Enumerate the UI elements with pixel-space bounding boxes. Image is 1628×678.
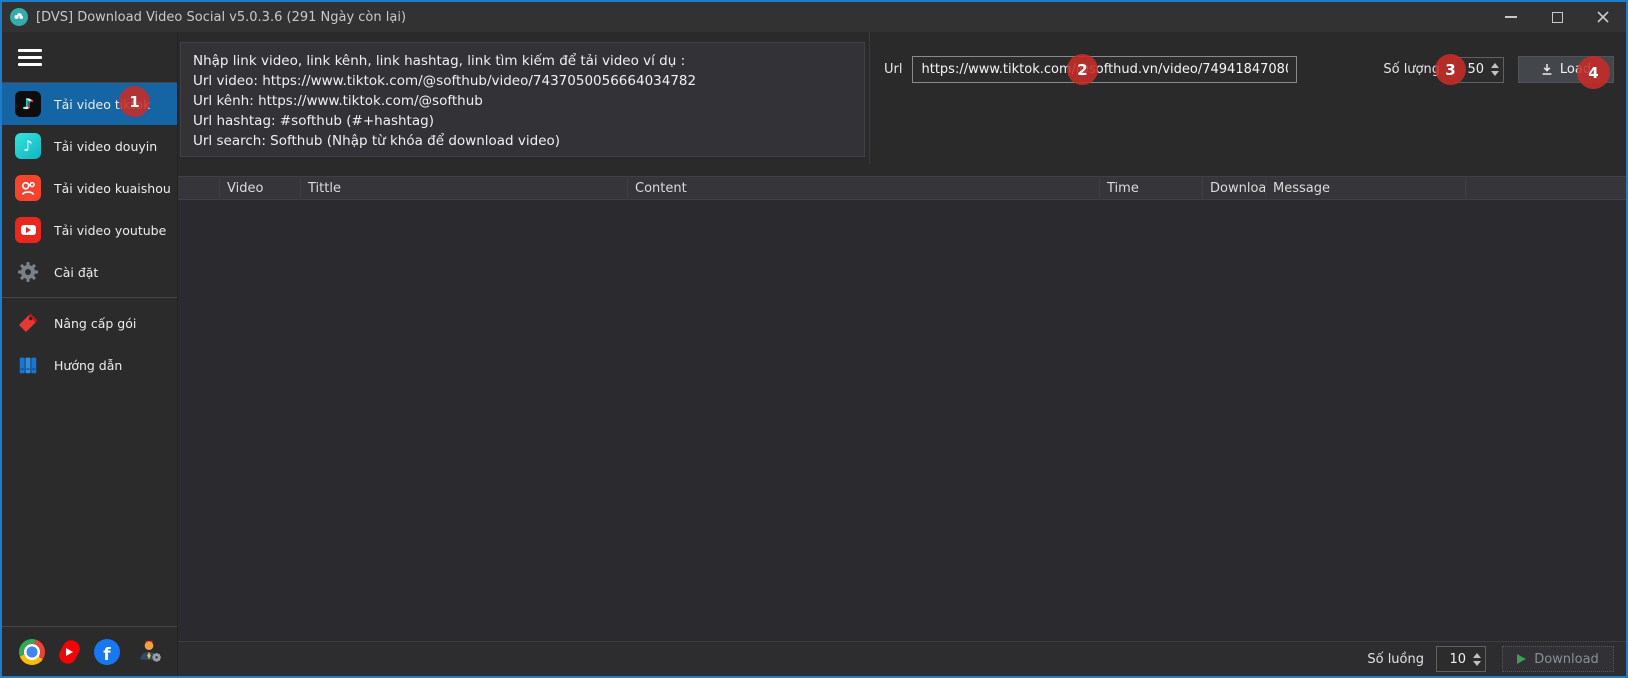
sidebar-item-label: Cài đặt [54,265,98,280]
instructions-box: Nhập link video, link kênh, link hashtag… [180,42,865,157]
instruction-line: Nhập link video, link kênh, link hashtag… [193,51,852,71]
sidebar-item-kuaishou[interactable]: Tải video kuaishou [2,167,177,209]
play-icon [1517,654,1526,664]
sidebar-item-label: Tải video kuaishou [54,181,171,196]
guide-books-icon [15,352,41,378]
sidebar: ♪ Tải video tiktok ♪ Tải video douyin [2,32,178,676]
chevron-up-icon[interactable] [1473,653,1481,658]
instruction-line: Url video: https://www.tiktok.com/@softh… [193,71,852,91]
chrome-icon[interactable] [19,639,45,665]
tutorial-badge-4: 4 [1577,56,1610,89]
youtube-shorts-icon[interactable] [56,637,82,666]
column-header-tittle: Tittle [301,177,628,199]
youtube-icon [15,217,41,243]
url-label: Url [884,62,902,77]
results-table-header: Video Tittle Content Time Download Messa… [178,176,1626,200]
chevron-down-icon[interactable] [1473,661,1481,666]
url-input[interactable] [912,56,1297,83]
stepper-arrows[interactable] [1487,58,1503,82]
url-panel: Url Số lượng [870,32,1626,164]
instructions-panel: Nhập link video, link kênh, link hashtag… [178,32,870,164]
stepper-arrows[interactable] [1469,647,1485,671]
chevron-up-icon[interactable] [1491,63,1499,68]
settings-gear-icon [15,259,41,285]
sidebar-item-label: Hướng dẫn [54,358,122,373]
column-header-download: Download [1203,177,1266,199]
tutorial-badge-2: 2 [1067,54,1098,85]
results-table-body [178,200,1626,641]
titlebar: [DVS] Download Video Social v5.0.3.6 (29… [2,2,1626,32]
threads-stepper [1436,646,1486,672]
window-title: [DVS] Download Video Social v5.0.3.6 (29… [36,10,406,25]
instruction-line: Url hashtag: #softhub (#+hashtag) [193,111,852,131]
column-header-content: Content [628,177,1100,199]
sidebar-footer: f [2,626,177,676]
tutorial-badge-3: 3 [1435,54,1466,85]
kuaishou-icon [15,175,41,201]
instruction-line: Url kênh: https://www.tiktok.com/@softhu… [193,91,852,111]
column-header-message: Message [1266,177,1466,199]
column-header-index [178,177,220,199]
menu-toggle-button[interactable] [2,32,177,82]
sidebar-item-settings[interactable]: Cài đặt [2,251,177,293]
close-button[interactable] [1580,2,1626,32]
divider [2,297,177,298]
upgrade-tag-icon [15,310,41,336]
sidebar-item-upgrade[interactable]: Nâng cấp gói [2,302,177,344]
sidebar-item-label: Nâng cấp gói [54,316,136,331]
maximize-button[interactable] [1534,2,1580,32]
sidebar-item-tiktok[interactable]: ♪ Tải video tiktok [2,83,177,125]
threads-input[interactable] [1437,647,1469,671]
download-arrow-icon [1541,63,1553,76]
tutorial-badge-1: 1 [119,86,150,117]
douyin-icon: ♪ [15,133,41,159]
column-header-extra [1466,177,1626,199]
instruction-line: Url search: Softhub (Nhập từ khóa để dow… [193,131,852,151]
main-content: Nhập link video, link kênh, link hashtag… [178,32,1626,676]
sidebar-item-youtube[interactable]: Tải video youtube [2,209,177,251]
threads-label: Số luồng [1367,652,1424,667]
support-agent-icon[interactable] [136,637,162,667]
sidebar-item-label: Tải video douyin [54,139,157,154]
facebook-icon[interactable]: f [94,639,120,665]
app-logo-icon [10,8,28,26]
tiktok-icon: ♪ [15,91,41,117]
download-button[interactable]: Download [1502,646,1614,672]
sidebar-item-guide[interactable]: Hướng dẫn [2,344,177,386]
sidebar-item-label: Tải video youtube [54,223,166,238]
quantity-label: Số lượng [1383,62,1440,77]
sidebar-item-douyin[interactable]: ♪ Tải video douyin [2,125,177,167]
download-button-label: Download [1534,652,1599,667]
chevron-down-icon[interactable] [1491,71,1499,76]
column-header-time: Time [1100,177,1203,199]
app-window: [DVS] Download Video Social v5.0.3.6 (29… [0,0,1628,678]
window-controls [1488,2,1626,32]
minimize-button[interactable] [1488,2,1534,32]
bottom-bar: Số luồng Download [178,641,1626,676]
column-header-video: Video [220,177,301,199]
